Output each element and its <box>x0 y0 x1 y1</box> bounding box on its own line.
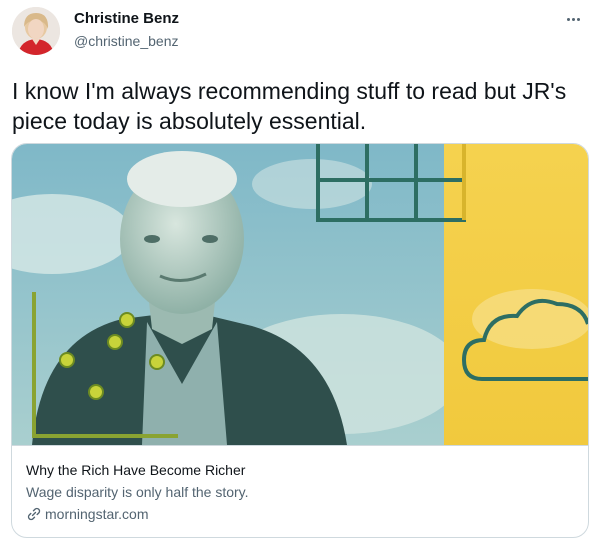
more-options-button[interactable] <box>560 8 586 30</box>
author-avatar[interactable] <box>12 7 60 55</box>
link-card[interactable]: Why the Rich Have Become Richer Wage dis… <box>11 143 589 538</box>
card-illustration <box>12 144 588 445</box>
author-name[interactable]: Christine Benz <box>74 10 179 27</box>
link-icon <box>26 506 42 522</box>
card-meta[interactable]: Why the Rich Have Become Richer Wage dis… <box>12 445 588 537</box>
tweet-text: I know I'm always recommending stuff to … <box>12 78 567 134</box>
card-title: Why the Rich Have Become Richer <box>26 462 246 478</box>
author-handle[interactable]: @christine_benz <box>74 33 179 49</box>
more-horizontal-icon <box>566 17 570 21</box>
card-description: Wage disparity is only half the story. <box>26 484 249 500</box>
avatar-photo <box>12 7 60 55</box>
card-domain-text: morningstar.com <box>45 506 149 522</box>
card-image[interactable] <box>12 144 588 445</box>
card-domain: morningstar.com <box>26 504 576 524</box>
